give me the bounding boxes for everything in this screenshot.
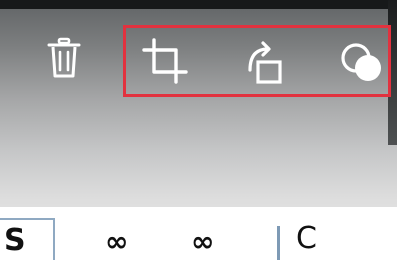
filmstrip-item[interactable]: ∞	[191, 228, 214, 256]
toolbar-highlight-box	[123, 25, 391, 97]
filmstrip-item[interactable]: S	[4, 226, 26, 256]
trash-icon	[47, 37, 81, 78]
filmstrip-item[interactable]: C	[296, 224, 317, 254]
filmstrip-item[interactable]: ∞	[105, 228, 128, 256]
filmstrip-divider	[277, 226, 280, 260]
photo-editor-screen: S ∞ ∞ C	[0, 0, 397, 260]
delete-button[interactable]	[44, 36, 84, 80]
device-top-edge	[0, 0, 397, 9]
